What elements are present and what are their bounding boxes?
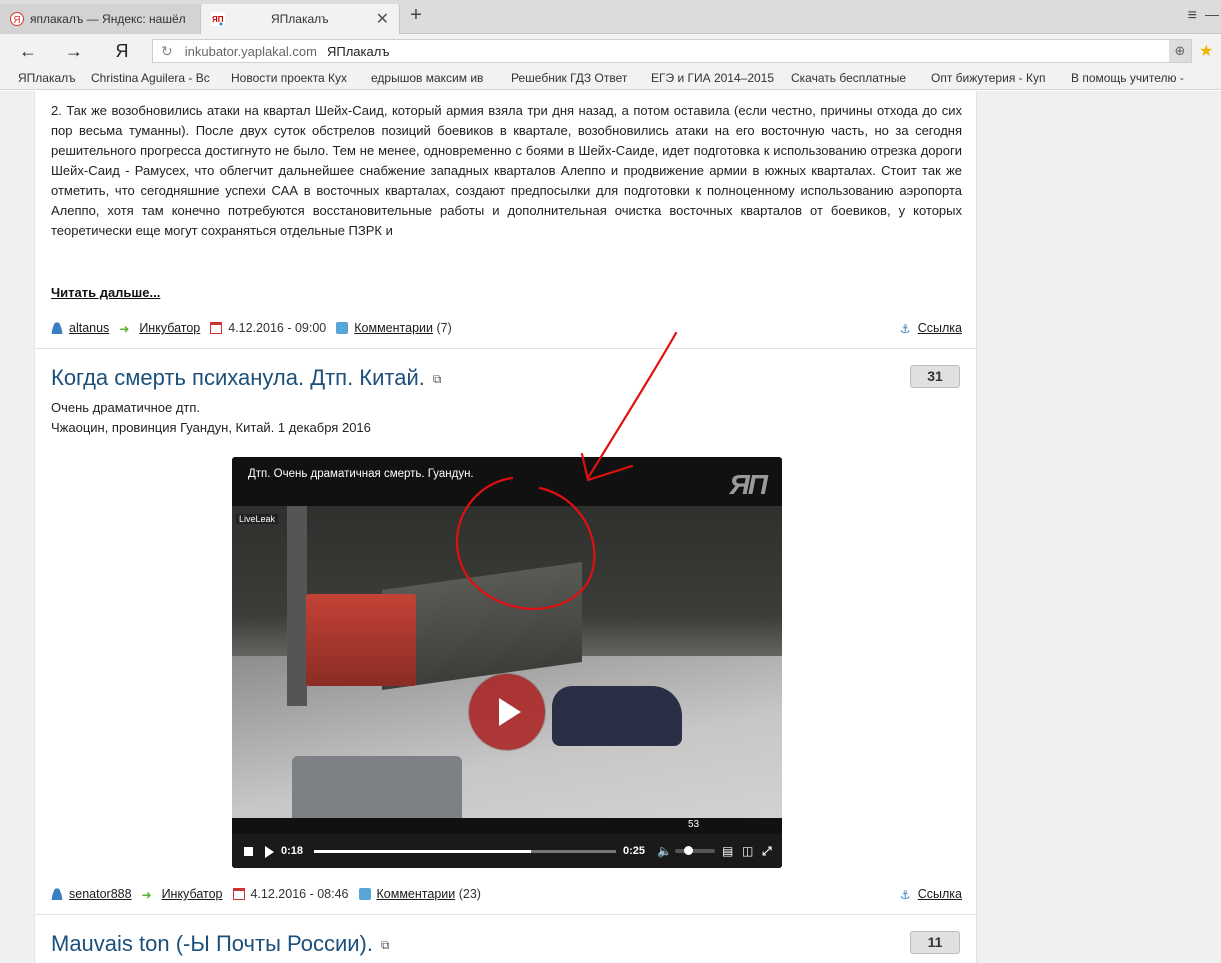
permalink[interactable]: Ссылка bbox=[918, 887, 962, 901]
yandex-button[interactable]: Я bbox=[110, 40, 134, 62]
post-body-text: 2. Так же возобновились атаки на квартал… bbox=[51, 103, 962, 238]
bookmark-item[interactable]: Новости проекта Кух bbox=[231, 71, 357, 85]
new-tab-button[interactable]: + bbox=[404, 4, 428, 27]
bookmark-item[interactable]: ЯПлакалъ bbox=[18, 71, 84, 85]
bookmark-item[interactable]: Опт бижутерия - Куп bbox=[931, 71, 1057, 85]
elapsed-time: 0:18 bbox=[281, 845, 304, 857]
comments-link[interactable]: Комментарии bbox=[354, 321, 433, 335]
url-field[interactable]: ↻ inkubator.yaplakal.com ЯПлакалъ ⊕ bbox=[152, 39, 1192, 63]
rating-badge: 11 bbox=[910, 931, 960, 954]
url-domain: inkubator.yaplakal.com bbox=[184, 43, 317, 59]
fullscreen-icon[interactable]: ⤢ bbox=[762, 844, 772, 859]
red-truck bbox=[306, 594, 416, 686]
back-button[interactable]: ← bbox=[16, 40, 40, 62]
tab-title: ЯПлакалъ bbox=[271, 12, 329, 26]
progress-fill bbox=[314, 850, 531, 853]
pole bbox=[287, 506, 307, 706]
dark-car bbox=[552, 686, 682, 746]
tab-bar: Я яплакалъ — Яндекс: нашёл ЯП ЯПлакалъ ✕… bbox=[0, 0, 1221, 34]
open-popup-icon[interactable]: ⧉ bbox=[433, 372, 442, 386]
reload-icon[interactable]: ↻ bbox=[161, 43, 173, 60]
comments-icon bbox=[358, 888, 371, 900]
post-divider bbox=[35, 914, 976, 915]
calendar-icon bbox=[210, 322, 223, 334]
duration: 0:25 bbox=[623, 845, 646, 857]
bookmark-item[interactable]: Скачать бесплатные bbox=[791, 71, 917, 85]
address-bar: ← → Я ↻ inkubator.yaplakal.com ЯПлакалъ … bbox=[0, 34, 1221, 68]
page-viewport: 2. Так же возобновились атаки на квартал… bbox=[0, 91, 1221, 963]
svg-text:ЯП: ЯП bbox=[212, 15, 224, 24]
menu-icon[interactable]: ≡ bbox=[1188, 7, 1197, 25]
minimize-icon[interactable]: — bbox=[1205, 6, 1219, 22]
post-meta: altanus ➜ Инкубатор 4.12.2016 - 09:00 Ком… bbox=[51, 319, 962, 337]
post-meta: senator888 ➜ Инкубатор 4.12.2016 - 08:46 … bbox=[51, 885, 962, 903]
theater-mode-icon[interactable]: ◫ bbox=[742, 844, 753, 858]
bookmark-item[interactable]: Решебник ГДЗ Ответ bbox=[511, 71, 636, 85]
permalink[interactable]: Ссылка bbox=[918, 321, 962, 335]
bookmark-item[interactable]: едрышов максим ив bbox=[371, 71, 495, 85]
comments-link[interactable]: Комментарии bbox=[377, 887, 456, 901]
stop-icon[interactable] bbox=[244, 847, 253, 856]
volume-knob[interactable] bbox=[684, 846, 693, 855]
post-date: 4.12.2016 - 09:00 bbox=[228, 321, 327, 335]
forward-button[interactable]: → bbox=[62, 40, 86, 62]
play-icon[interactable] bbox=[265, 846, 274, 858]
read-more-link[interactable]: Читать дальше... bbox=[51, 285, 160, 300]
source-tag: LiveLeak bbox=[236, 514, 279, 524]
playlist-icon[interactable]: ▤ bbox=[722, 844, 733, 858]
post-desc-line: Чжаоцин, провинция Гуандун, Китай. 1 дек… bbox=[51, 420, 371, 435]
play-button[interactable] bbox=[469, 674, 545, 750]
section-arrow-icon: ➜ bbox=[119, 322, 130, 336]
globe-icon[interactable]: ⊕ bbox=[1169, 40, 1191, 62]
posts-column: 2. Так же возобновились атаки на квартал… bbox=[34, 91, 977, 963]
yaplakal-logo: ЯП bbox=[729, 469, 768, 500]
video-frame[interactable]: LiveLeak bbox=[232, 506, 782, 818]
author-link[interactable]: senator888 bbox=[69, 887, 132, 901]
yandex-icon: Я bbox=[10, 12, 24, 26]
anchor-icon: ⚓ bbox=[899, 888, 911, 902]
bookmark-item[interactable]: В помощь учителю - bbox=[1071, 71, 1197, 85]
bookmarks-bar: ЯПлакалъ Christina Aguilera - Вс Новости… bbox=[0, 68, 1221, 90]
close-tab-icon[interactable]: ✕ bbox=[376, 9, 389, 29]
volume-slider[interactable] bbox=[675, 849, 715, 853]
tab-yandex-search[interactable]: Я яплакалъ — Яндекс: нашёл bbox=[0, 4, 200, 34]
comments-count: (7) bbox=[436, 321, 452, 335]
post-title-text[interactable]: Mauvais ton (-Ы Почты России). bbox=[51, 931, 373, 956]
bookmark-item[interactable]: ЕГЭ и ГИА 2014–2015 bbox=[651, 71, 777, 85]
anchor-icon: ⚓ bbox=[899, 322, 911, 336]
tab-title: яплакалъ — Яндекс: нашёл bbox=[30, 12, 186, 26]
video-player[interactable]: Дтп. Очень драматичная смерть. Гуандун. … bbox=[232, 457, 782, 868]
user-icon bbox=[51, 888, 63, 900]
post-title[interactable]: Когда смерть психанула. Дтп. Китай. ⧉ bbox=[51, 365, 441, 391]
video-controls: 0:18 0:25 🔈 ▤ ◫ ⤢ bbox=[232, 834, 782, 868]
volume-icon[interactable]: 🔈 bbox=[657, 844, 672, 858]
comments-icon bbox=[336, 322, 349, 334]
url-page-title: ЯПлакалъ bbox=[326, 43, 390, 59]
post-date: 4.12.2016 - 08:46 bbox=[250, 887, 349, 901]
pickup-truck bbox=[292, 756, 462, 818]
post-title-text[interactable]: Когда смерть психанула. Дтп. Китай. bbox=[51, 365, 425, 390]
volume-tooltip: 53 bbox=[684, 818, 704, 831]
video-title: Дтп. Очень драматичная смерть. Гуандун. bbox=[248, 468, 474, 480]
comments-count: (23) bbox=[458, 887, 481, 901]
post-divider bbox=[35, 348, 976, 349]
section-link[interactable]: Инкубатор bbox=[162, 887, 223, 901]
user-icon bbox=[51, 322, 63, 334]
section-link[interactable]: Инкубатор bbox=[139, 321, 200, 335]
calendar-icon bbox=[232, 888, 245, 900]
rating-badge: 31 bbox=[910, 365, 960, 388]
bookmark-star-icon[interactable]: ★ bbox=[1199, 41, 1213, 61]
bookmark-item[interactable]: Christina Aguilera - Вс bbox=[91, 71, 219, 85]
yaplakal-icon: ЯП bbox=[211, 12, 225, 26]
section-arrow-icon: ➜ bbox=[141, 888, 152, 902]
post-desc-line: Очень драматичное дтп. bbox=[51, 400, 201, 415]
post-description: Очень драматичное дтп. Чжаоцин, провинци… bbox=[51, 398, 371, 438]
tab-yaplakal[interactable]: ЯП ЯПлакалъ ✕ bbox=[200, 4, 400, 34]
svg-text:Я: Я bbox=[13, 15, 20, 26]
author-link[interactable]: altanus bbox=[69, 321, 109, 335]
post-title[interactable]: Mauvais ton (-Ы Почты России). ⧉ bbox=[51, 931, 390, 957]
open-popup-icon[interactable]: ⧉ bbox=[381, 938, 390, 952]
